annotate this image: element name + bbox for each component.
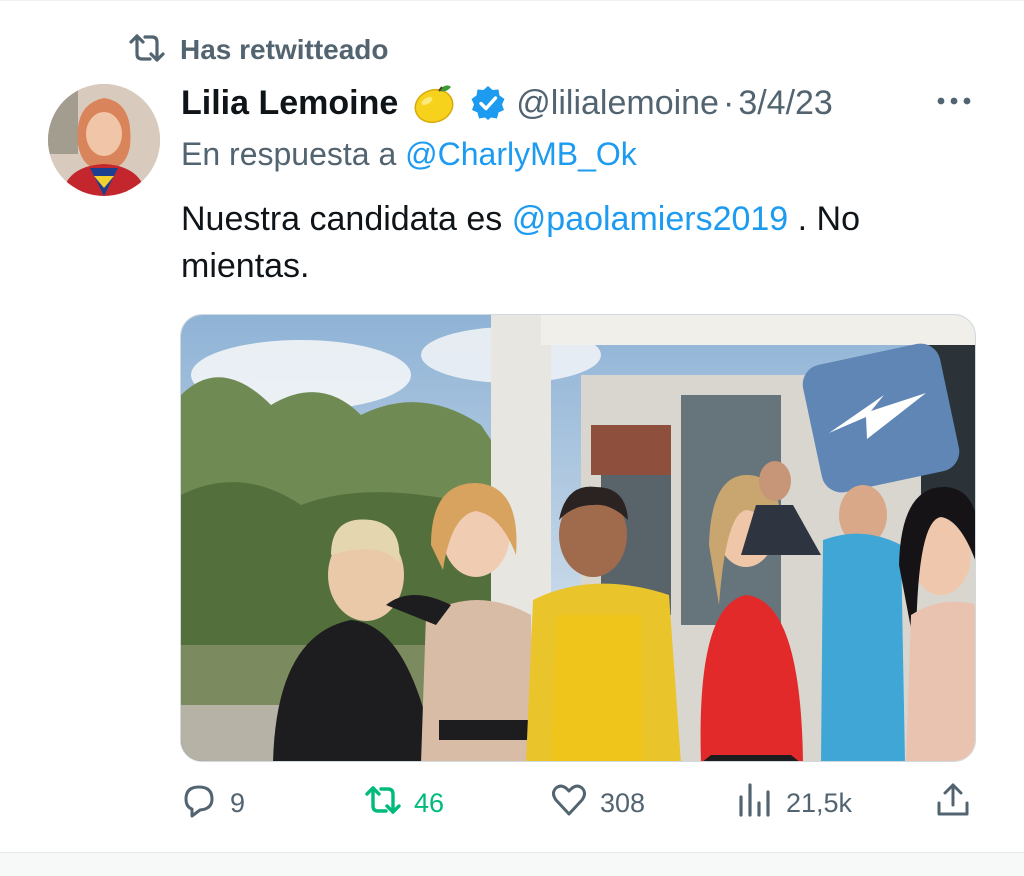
share-button[interactable]	[934, 780, 972, 826]
tweet-date[interactable]: 3/4/23	[738, 84, 833, 123]
tweet-photo[interactable]	[180, 314, 976, 762]
lemon-icon	[410, 81, 456, 125]
retweet-banner[interactable]: Has retwitteado	[128, 30, 389, 70]
reply-context: En respuesta a @CharlyMB_Ok	[181, 136, 637, 173]
mention-link[interactable]: @paolamiers2019	[512, 200, 788, 238]
like-button[interactable]: 308	[550, 780, 645, 826]
heart-icon	[550, 781, 588, 826]
reply-count: 9	[230, 787, 246, 818]
tweet-header: Lilia Lemoine @lilialemoine · 3/4/23	[181, 80, 833, 126]
share-icon	[934, 781, 972, 826]
tweet-actions: 9 46 308 21,5k	[180, 780, 980, 826]
retweet-button[interactable]: 46	[364, 780, 444, 826]
author-name[interactable]: Lilia Lemoine	[181, 84, 398, 123]
retweet-action-icon	[364, 781, 402, 826]
reply-button[interactable]: 9	[180, 780, 245, 826]
reply-handle-link[interactable]: @CharlyMB_Ok	[405, 136, 637, 172]
reply-icon	[180, 781, 218, 826]
next-tweet-area	[0, 853, 1024, 876]
separator-dot: ·	[722, 83, 735, 122]
avatar[interactable]	[48, 84, 160, 196]
verified-badge-icon	[470, 85, 506, 121]
tweet-text: Nuestra candidata es @paolamiers2019 . N…	[181, 196, 971, 290]
tweet-text-before: Nuestra candidata es	[181, 200, 512, 238]
top-divider	[0, 0, 1024, 1]
like-count: 308	[600, 787, 646, 818]
analytics-icon	[736, 781, 774, 826]
views-count: 21,5k	[786, 787, 853, 818]
reply-prefix: En respuesta a	[181, 136, 397, 172]
views-button[interactable]: 21,5k	[736, 780, 852, 826]
more-options-icon[interactable]	[934, 84, 974, 118]
author-handle[interactable]: @lilialemoine	[516, 84, 719, 123]
retweet-icon	[128, 32, 166, 69]
retweet-banner-label: Has retwitteado	[180, 34, 389, 65]
retweet-count: 46	[414, 787, 445, 818]
